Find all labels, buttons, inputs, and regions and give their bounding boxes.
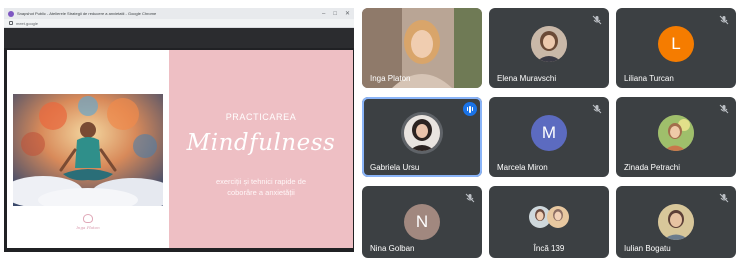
slide-text-panel: PRACTICAREA Mindfulness exerciții și teh… [169, 50, 353, 248]
participant-tile[interactable]: L Liliana Turcan [616, 8, 736, 88]
mic-off-icon [591, 14, 603, 26]
participant-name: Zinada Petrachi [624, 163, 681, 172]
slide-logo-text: Inga Platon [76, 225, 100, 230]
participant-tile[interactable]: Inga Platon [362, 8, 482, 88]
avatar-initial: N [415, 212, 429, 231]
avatar [658, 115, 694, 151]
browser-window-title: Snapshot Public - Atelierele Strategii d… [17, 11, 157, 16]
address-bar[interactable]: meet.google [4, 19, 354, 28]
slide-subtitle-line: exerciții și tehnici rapide de [215, 177, 307, 186]
more-participants-count: Încă 139 [533, 244, 565, 253]
avatar-initial: L [671, 34, 681, 53]
avatar: N [404, 204, 440, 240]
participant-name: Iulian Bogatu [624, 244, 671, 253]
presentation-slide: Inga Platon PRACTICAREA Mindfulness exer… [7, 50, 353, 248]
more-participants-tile[interactable]: Încă 139 [489, 186, 609, 258]
slide-image-panel: Inga Platon [7, 50, 169, 248]
participant-tile[interactable]: Elena Muravschi [489, 8, 609, 88]
participant-grid: Inga Platon Elena Muravschi L Liliana Tu… [362, 8, 738, 258]
presentation-toolbar-area [4, 28, 354, 48]
minimize-icon[interactable]: – [322, 11, 325, 17]
participant-name: Liliana Turcan [624, 74, 674, 83]
participant-name: Marcela Miron [497, 163, 548, 172]
avatar [658, 204, 694, 240]
participant-tile[interactable]: Zinada Petrachi [616, 97, 736, 177]
avatar [531, 26, 567, 62]
mic-off-icon [718, 103, 730, 115]
address-url: meet.google [16, 20, 39, 26]
participant-name: Elena Muravschi [497, 74, 557, 83]
mic-off-icon [464, 192, 476, 204]
participant-name: Nina Golban [370, 244, 415, 253]
grouped-avatars [525, 204, 573, 230]
mic-off-icon [718, 14, 730, 26]
window-controls: – □ ✕ [322, 11, 350, 17]
avatar: M [531, 115, 567, 151]
participant-tile[interactable]: N Nina Golban [362, 186, 482, 258]
maximize-icon[interactable]: □ [333, 11, 337, 17]
mic-off-icon [591, 103, 603, 115]
slide-logo: Inga Platon [71, 214, 105, 242]
slide-subtitle: exerciții și tehnici rapide de coborâre … [193, 176, 329, 198]
lock-icon [9, 21, 13, 25]
shared-screen: Snapshot Public - Atelierele Strategii d… [4, 8, 354, 252]
avatar-initial: M [541, 123, 557, 142]
avatar: L [658, 26, 694, 62]
meditation-illustration [13, 94, 163, 206]
logo-icon [83, 214, 93, 223]
participant-tile[interactable]: M Marcela Miron [489, 97, 609, 177]
browser-title-bar: Snapshot Public - Atelierele Strategii d… [4, 8, 354, 19]
favicon-icon [8, 10, 14, 17]
participant-name: Inga Platon [370, 74, 411, 83]
avatar [404, 115, 440, 151]
close-icon[interactable]: ✕ [345, 11, 350, 17]
participant-name: Gabriela Ursu [370, 163, 420, 172]
mic-off-icon [718, 192, 730, 204]
slide-title: Mindfulness [186, 130, 336, 156]
participant-tile[interactable]: Iulian Bogatu [616, 186, 736, 258]
audio-level-icon [463, 102, 477, 116]
slide-subtitle-line: coborâre a anxietății [227, 188, 295, 197]
slide-kicker: PRACTICAREA [225, 112, 297, 122]
participant-tile[interactable]: Gabriela Ursu [362, 97, 482, 177]
